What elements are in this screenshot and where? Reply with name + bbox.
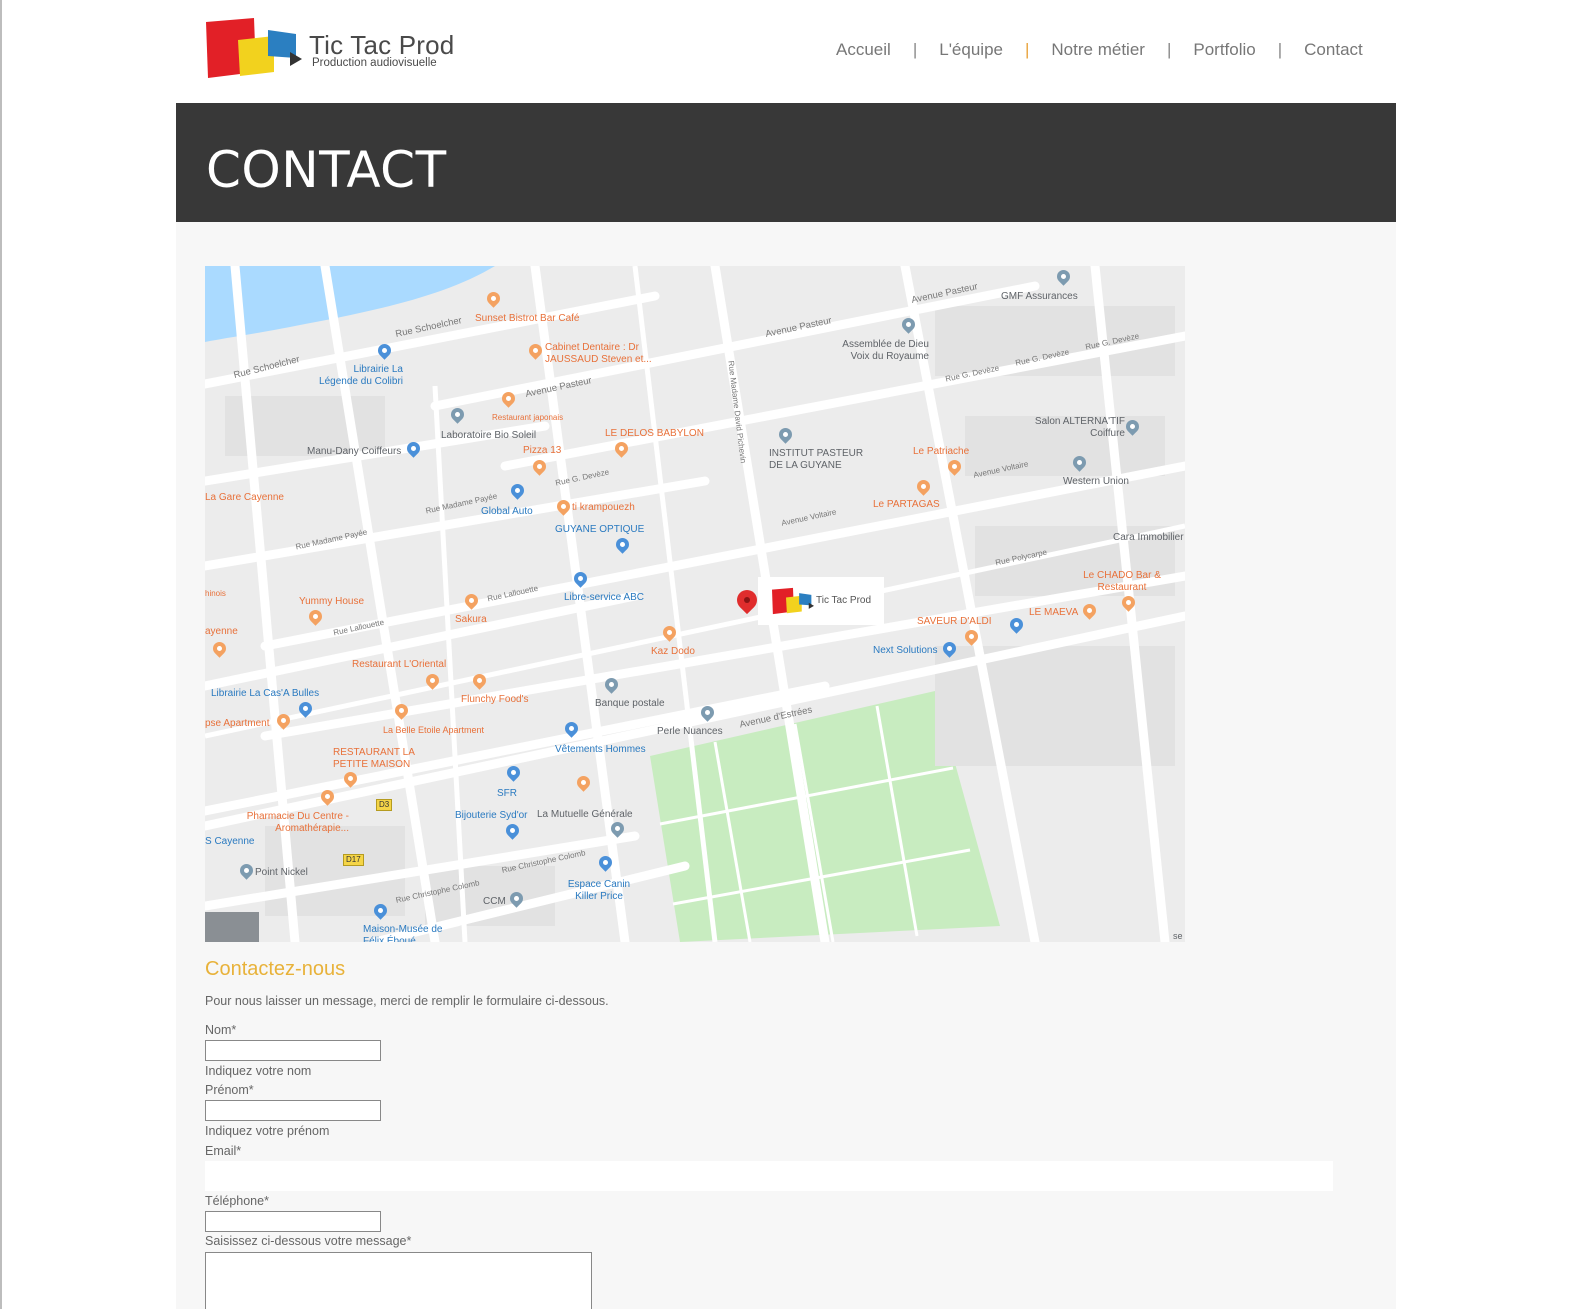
message-textarea[interactable] (205, 1252, 592, 1309)
place-label[interactable]: Global Auto (481, 506, 533, 518)
place-label[interactable]: Cara Immobilier (1113, 532, 1184, 544)
place-label[interactable]: SFR (497, 788, 517, 800)
place-label[interactable]: Le PARTAGAS (873, 499, 940, 511)
place-label[interactable]: Le Patriache (913, 446, 969, 458)
prenom-help: Indiquez votre prénom (205, 1124, 330, 1138)
place-label[interactable]: Banque postale (595, 698, 665, 710)
place-label[interactable]: Sakura (455, 614, 487, 626)
place-label[interactable]: Point Nickel (255, 867, 308, 879)
place-label[interactable]: Yummy House (299, 596, 364, 608)
place-label[interactable]: GMF Assurances (1001, 291, 1078, 303)
map-logo-title: Tic Tac Prod (816, 595, 872, 606)
nom-label: Nom* (205, 1023, 237, 1037)
place-label[interactable]: La Mutuelle Générale (537, 809, 633, 821)
place-label[interactable]: Vêtements Hommes (555, 744, 646, 756)
place-label[interactable]: RESTAURANT LA PETITE MAISON (333, 747, 423, 771)
page-title: CONTACT (206, 141, 447, 199)
place-label[interactable]: Cabinet Dentaire : Dr JAUSSAUD Steven et… (545, 342, 655, 366)
window-edge (0, 0, 2, 1309)
place-label[interactable]: Sunset Bistrot Bar Café (475, 313, 580, 325)
nav-separator: | (912, 40, 918, 59)
place-label[interactable]: Librairie La Légende du Colibri (313, 364, 403, 388)
place-label[interactable]: LE MAEVA (1029, 607, 1078, 619)
place-label[interactable]: Laboratoire Bio Soleil (441, 430, 536, 442)
place-label[interactable]: LE DELOS BABYLON (605, 428, 704, 440)
place-label[interactable]: Bijouterie Syd'or (455, 810, 528, 822)
place-label[interactable]: Maison-Musée de Félix Éboué (363, 924, 443, 942)
nom-input[interactable] (205, 1040, 381, 1061)
place-label[interactable]: Restaurant japonais (492, 412, 563, 424)
place-label[interactable]: hinois (205, 588, 226, 600)
message-label: Saisissez ci-dessous votre message* (205, 1234, 412, 1248)
form-heading: Contactez-nous (205, 958, 346, 980)
place-label[interactable]: CCM (483, 896, 506, 908)
place-label[interactable]: INSTITUT PASTEUR DE LA GUYANE (769, 448, 869, 472)
place-label[interactable]: Flunchy Food's (461, 694, 529, 706)
email-input[interactable] (205, 1161, 1333, 1191)
place-label[interactable]: Espace Canin Killer Price (559, 879, 639, 903)
nom-help: Indiquez votre nom (205, 1064, 312, 1078)
nav-separator: | (1277, 40, 1283, 59)
place-label[interactable]: Assemblée de Dieu Voix du Royaume (835, 339, 929, 363)
map-logo-card[interactable]: Tic Tac Prod (758, 577, 884, 625)
road-badge: D3 (376, 799, 393, 811)
satellite-toggle-thumbnail[interactable] (205, 912, 259, 942)
place-label[interactable]: ayenne (205, 626, 238, 638)
page-banner: CONTACT (176, 103, 1396, 222)
place-label[interactable]: Western Union (1063, 476, 1129, 488)
place-label[interactable]: Manu-Dany Coiffeurs (307, 446, 401, 458)
nav-accueil[interactable]: Accueil (836, 40, 891, 60)
place-label[interactable]: se (1173, 930, 1183, 942)
place-label[interactable]: Librairie La Cas'A Bulles (211, 688, 319, 700)
site-logo[interactable]: Tic Tac Prod Production audiovisuelle (204, 16, 464, 80)
telephone-input[interactable] (205, 1211, 381, 1232)
place-label[interactable]: pse Apartment (205, 718, 269, 730)
email-label: Email* (205, 1144, 242, 1158)
form-intro: Pour nous laisser un message, merci de r… (205, 994, 609, 1008)
nav-notre-metier[interactable]: Notre métier (1051, 40, 1145, 60)
prenom-label: Prénom* (205, 1083, 254, 1097)
road-badge: D17 (343, 854, 364, 866)
place-label[interactable]: Pharmacie Du Centre - Aromathérapie... (239, 811, 349, 835)
main-nav: Accueil | L'équipe | Notre métier | Port… (836, 40, 1363, 60)
place-label[interactable]: GUYANE OPTIQUE (555, 524, 644, 536)
google-map[interactable]: Rue Schoelcher Rue Schoelcher Avenue Pas… (205, 266, 1185, 942)
logo-icon (206, 18, 302, 78)
site-header: Tic Tac Prod Production audiovisuelle Ac… (0, 0, 1581, 103)
place-label[interactable]: ti krampouezh (572, 502, 635, 514)
place-label[interactable]: Next Solutions (873, 645, 937, 657)
nav-contact[interactable]: Contact (1304, 40, 1363, 60)
place-label[interactable]: Salon ALTERNA'TIF Coiffure (1031, 416, 1125, 440)
content-area: Rue Schoelcher Rue Schoelcher Avenue Pas… (176, 222, 1396, 1309)
logo-icon (772, 587, 814, 615)
place-label[interactable]: Restaurant L'Oriental (352, 659, 446, 671)
place-label[interactable]: La Belle Etoile Apartment (383, 724, 484, 736)
logo-subtitle: Production audiovisuelle (312, 57, 437, 69)
nav-portfolio[interactable]: Portfolio (1193, 40, 1255, 60)
place-label[interactable]: S Cayenne (205, 836, 254, 848)
nav-equipe[interactable]: L'équipe (939, 40, 1003, 60)
place-label[interactable]: Le CHADO Bar & Restaurant (1077, 570, 1167, 594)
place-label[interactable]: Libre-service ABC (564, 592, 644, 604)
prenom-input[interactable] (205, 1100, 381, 1121)
nav-separator: | (1024, 40, 1030, 59)
telephone-label: Téléphone* (205, 1194, 269, 1208)
place-label[interactable]: Perle Nuances (657, 726, 723, 738)
place-label[interactable]: La Gare Cayenne (205, 492, 284, 504)
place-label[interactable]: Pizza 13 (523, 445, 561, 457)
place-label[interactable]: SAVEUR D'ALDI (917, 616, 992, 628)
nav-separator: | (1166, 40, 1172, 59)
place-label[interactable]: Kaz Dodo (651, 646, 695, 658)
